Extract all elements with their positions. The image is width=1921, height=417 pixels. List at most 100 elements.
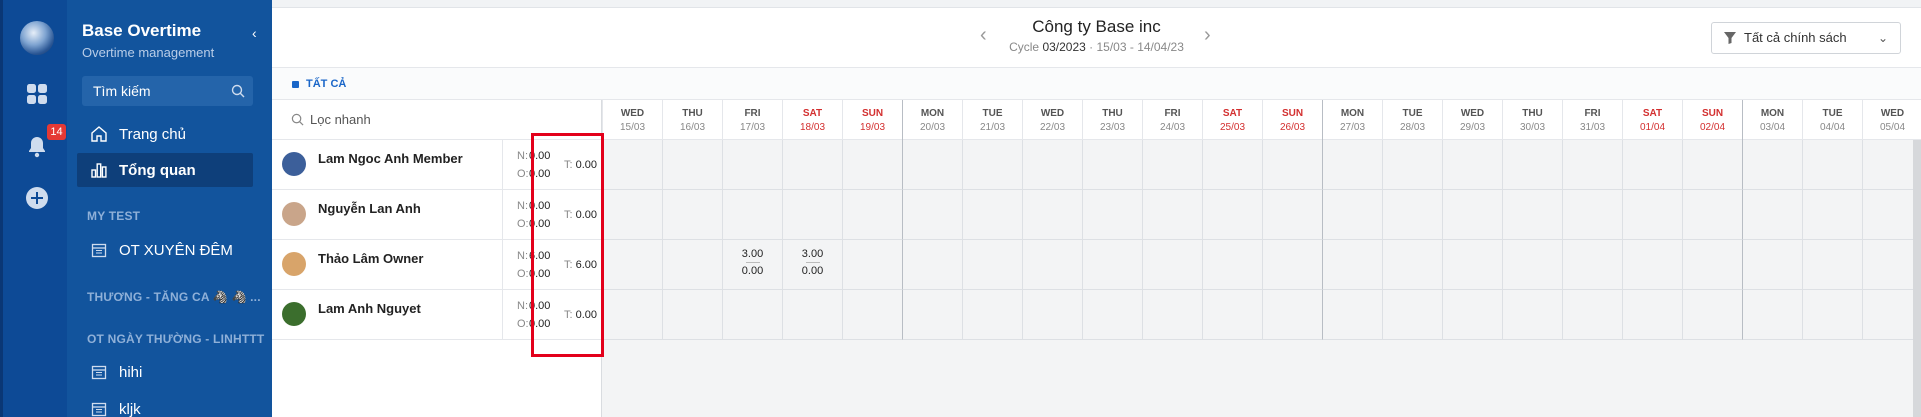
day-cell[interactable] (962, 240, 1022, 290)
day-cell[interactable] (722, 190, 782, 240)
day-cell[interactable] (1142, 190, 1202, 240)
day-cell[interactable] (722, 140, 782, 190)
day-cell[interactable] (1502, 140, 1562, 190)
day-cell[interactable] (1322, 240, 1382, 290)
day-name: WED (620, 108, 645, 119)
day-cell[interactable] (1682, 290, 1742, 340)
day-cell[interactable] (1262, 290, 1322, 340)
sidebar-item-hihi[interactable]: hihi (77, 355, 253, 389)
day-cell[interactable] (1022, 140, 1082, 190)
day-cell[interactable] (1322, 140, 1382, 190)
day-cell[interactable] (842, 240, 902, 290)
day-cell[interactable] (1082, 290, 1142, 340)
app-logo[interactable] (20, 21, 54, 55)
day-cell[interactable] (1142, 290, 1202, 340)
day-cell[interactable] (782, 190, 842, 240)
day-cell[interactable] (902, 290, 962, 340)
day-cell[interactable] (1322, 290, 1382, 340)
day-cell[interactable] (962, 290, 1022, 340)
day-cell[interactable] (1682, 140, 1742, 190)
day-cell[interactable] (1682, 240, 1742, 290)
day-cell[interactable] (1562, 140, 1622, 190)
day-cell[interactable] (1262, 240, 1322, 290)
day-cell[interactable] (1082, 190, 1142, 240)
day-cell[interactable] (1022, 240, 1082, 290)
day-cell[interactable] (1442, 140, 1502, 190)
day-cell[interactable] (1802, 140, 1862, 190)
day-cell[interactable] (842, 290, 902, 340)
day-cell[interactable] (1682, 190, 1742, 240)
day-cell[interactable] (1202, 290, 1262, 340)
day-cell[interactable] (1562, 290, 1622, 340)
day-cell[interactable] (1202, 140, 1262, 190)
sidebar-item-ot-overnight[interactable]: OT XUYÊN ĐÊM (77, 233, 253, 267)
day-cell[interactable] (1382, 290, 1442, 340)
day-cell[interactable] (902, 190, 962, 240)
day-cell[interactable] (1742, 190, 1802, 240)
apps-grid-icon[interactable] (23, 80, 51, 108)
day-cell[interactable] (782, 140, 842, 190)
day-cell[interactable] (662, 140, 722, 190)
day-cell[interactable] (1082, 140, 1142, 190)
day-cell[interactable] (602, 190, 662, 240)
day-cell[interactable] (1382, 240, 1442, 290)
day-cell[interactable] (782, 290, 842, 340)
collapse-sidebar-icon[interactable]: ‹ (252, 25, 257, 41)
day-cell[interactable] (1262, 140, 1322, 190)
day-cell[interactable] (962, 140, 1022, 190)
day-cell[interactable] (1742, 140, 1802, 190)
day-cell[interactable] (1562, 190, 1622, 240)
day-cell[interactable] (602, 240, 662, 290)
day-cell[interactable] (662, 190, 722, 240)
next-cycle-icon[interactable]: › (1204, 24, 1211, 47)
day-cell[interactable] (842, 190, 902, 240)
day-cell[interactable] (1802, 190, 1862, 240)
day-cell[interactable] (962, 190, 1022, 240)
day-cell[interactable] (1562, 240, 1622, 290)
day-cell[interactable] (1622, 190, 1682, 240)
day-cell[interactable] (1322, 190, 1382, 240)
day-cell[interactable] (1502, 240, 1562, 290)
day-cell[interactable] (1802, 290, 1862, 340)
day-cell[interactable] (842, 140, 902, 190)
day-cell[interactable] (1442, 240, 1502, 290)
day-cell[interactable]: 3.00 0.00 (722, 240, 782, 290)
day-cell[interactable] (722, 290, 782, 340)
day-cell[interactable] (1622, 240, 1682, 290)
sidebar-search-input[interactable]: Tìm kiếm (82, 76, 253, 106)
sidebar-item-overview[interactable]: Tổng quan (77, 153, 253, 187)
policy-filter-select[interactable]: Tất cả chính sách ⌄ (1711, 22, 1901, 54)
day-cell[interactable] (902, 140, 962, 190)
day-cell[interactable] (1202, 190, 1262, 240)
sidebar-item-home[interactable]: Trang chủ (77, 117, 253, 151)
day-cell[interactable] (1742, 290, 1802, 340)
tab-all[interactable]: TẤT CẢ (292, 78, 346, 90)
day-cell[interactable] (1202, 240, 1262, 290)
day-cell[interactable] (1802, 240, 1862, 290)
day-cell[interactable] (602, 140, 662, 190)
day-cell[interactable] (1082, 240, 1142, 290)
day-cell[interactable] (662, 240, 722, 290)
day-cell[interactable] (902, 240, 962, 290)
day-cell[interactable] (1502, 190, 1562, 240)
day-cell[interactable] (1742, 240, 1802, 290)
day-cell[interactable] (1622, 140, 1682, 190)
day-cell[interactable] (1022, 190, 1082, 240)
vertical-scrollbar[interactable] (1913, 140, 1921, 417)
day-cell[interactable] (1502, 290, 1562, 340)
day-cell[interactable] (1382, 190, 1442, 240)
day-cell[interactable] (662, 290, 722, 340)
day-cell[interactable] (1442, 290, 1502, 340)
sidebar-item-kljk[interactable]: kljk (77, 392, 253, 417)
day-cell[interactable] (1442, 190, 1502, 240)
day-cell[interactable] (1262, 190, 1322, 240)
add-icon[interactable] (23, 184, 51, 212)
day-cell[interactable] (1142, 240, 1202, 290)
day-cell[interactable]: 3.00 0.00 (782, 240, 842, 290)
day-cell[interactable] (602, 290, 662, 340)
day-cell[interactable] (1022, 290, 1082, 340)
day-cell[interactable] (1622, 290, 1682, 340)
day-cell[interactable] (1142, 140, 1202, 190)
quick-filter-placeholder: Lọc nhanh (310, 112, 371, 127)
day-cell[interactable] (1382, 140, 1442, 190)
